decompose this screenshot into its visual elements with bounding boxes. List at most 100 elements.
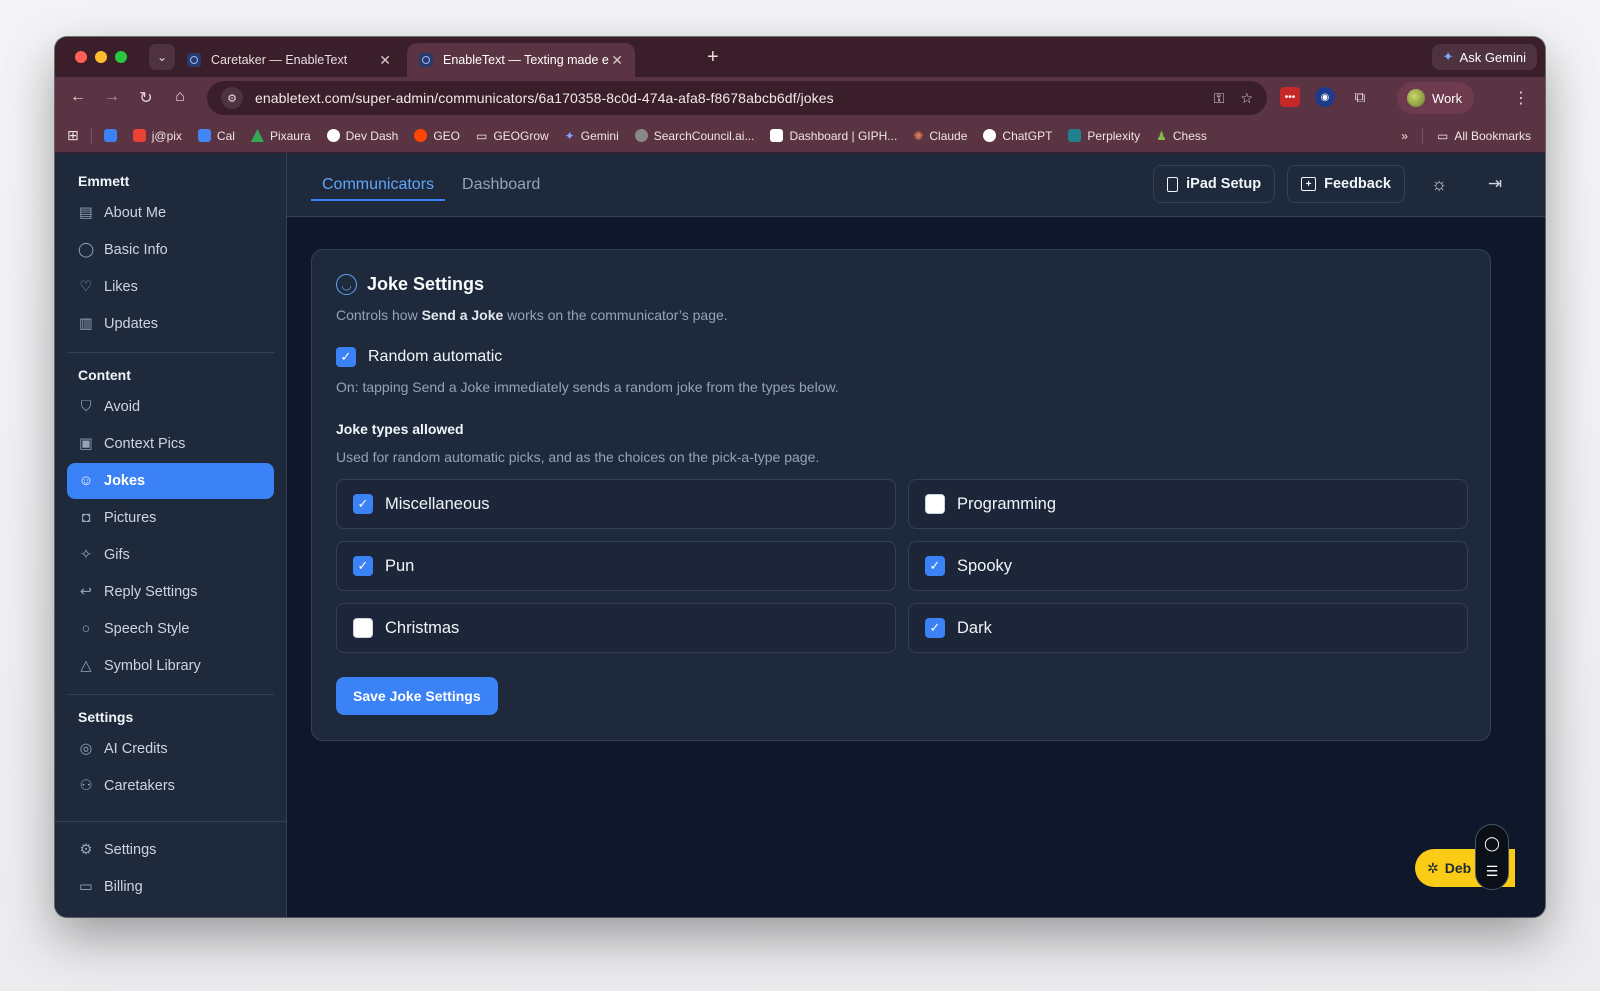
sidebar-item-basic-info[interactable]: ◯ Basic Info (67, 232, 274, 268)
browser-tab-enabletext[interactable]: EnableText — Texting made e ✕ (407, 43, 635, 77)
sidebar-item-about-me[interactable]: ▤ About Me (67, 195, 274, 231)
bookmark-gemini[interactable]: ✦ Gemini (565, 129, 619, 143)
sidebar-item-likes[interactable]: ♡ Likes (67, 269, 274, 305)
joke-type-spooky[interactable]: ✓ Spooky (908, 541, 1468, 591)
browser-menu-icon[interactable]: ⋮ (1513, 88, 1529, 108)
sidebar-item-label: Billing (104, 879, 143, 895)
back-arrow-icon[interactable]: ← (61, 88, 95, 108)
sidebar-item-billing[interactable]: ▭ Billing (67, 869, 274, 905)
sidebar-item-context-pics[interactable]: ▣ Context Pics (67, 426, 274, 462)
bookmark-claude[interactable]: ✺ Claude (913, 129, 967, 143)
sidebar-item-speech-style[interactable]: ○ Speech Style (67, 611, 274, 647)
tab-dashboard[interactable]: Dashboard (451, 153, 551, 217)
sidebar-item-reply-settings[interactable]: ↩ Reply Settings (67, 574, 274, 610)
ask-gemini-button[interactable]: ✦ Ask Gemini (1431, 44, 1537, 70)
joke-type-pun[interactable]: ✓ Pun (336, 541, 896, 591)
bookmark-label: GEO (433, 128, 460, 143)
bookmark-chatgpt[interactable]: ChatGPT (983, 129, 1052, 143)
ipad-setup-button[interactable]: iPad Setup (1153, 165, 1276, 203)
sidebar-item-label: Avoid (104, 399, 141, 415)
more-bookmarks-chevron-icon[interactable]: » (1401, 129, 1408, 143)
card-title: Joke Settings (367, 274, 485, 294)
close-window-button[interactable] (75, 51, 87, 63)
extensions-puzzle-icon[interactable]: ⧉ (1350, 87, 1370, 107)
address-bar[interactable]: ⚙ enabletext.com/super-admin/communicato… (207, 81, 1267, 115)
joke-type-miscellaneous[interactable]: ✓ Miscellaneous (336, 479, 896, 529)
random-automatic-checkbox[interactable]: ✓ (336, 347, 356, 367)
new-tab-button[interactable]: + (707, 46, 719, 69)
bookmark-pixaura[interactable]: Pixaura (250, 129, 311, 143)
extension-blue-icon[interactable]: ◉ (1315, 87, 1335, 107)
tab-communicators[interactable]: Communicators (311, 153, 446, 217)
profile-button[interactable]: Work (1397, 82, 1475, 114)
url-text[interactable]: enabletext.com/super-admin/communicators… (255, 90, 834, 106)
sidebar-item-label: Settings (104, 842, 157, 858)
ipad-setup-label: iPad Setup (1186, 176, 1262, 192)
bookmark-giphy[interactable]: Dashboard | GIPH... (770, 129, 897, 143)
bookmark-jpix[interactable]: j@pix (132, 129, 182, 143)
bookmark-perplexity[interactable]: Perplexity (1068, 129, 1140, 143)
sidebar-item-settings[interactable]: ⚙ Settings (67, 832, 274, 868)
random-automatic-toggle[interactable]: ✓ Random automatic (336, 347, 1466, 367)
feedback-label: Feedback (1324, 176, 1391, 192)
apps-grid-icon[interactable]: ⊞ (67, 127, 79, 144)
sidebar-item-avoid[interactable]: ⛉ Avoid (67, 389, 274, 425)
maximize-window-button[interactable] (115, 51, 127, 63)
home-icon[interactable]: ⌂ (163, 88, 197, 108)
bookmark-label: SearchCouncil.ai... (653, 128, 755, 143)
bookmarks-bar: ⊞ j@pix Cal Pixaura Dev Dash GEO ▭ GEOGro… (55, 119, 1545, 153)
check-icon: ✓ (357, 558, 369, 573)
bookmark-docs[interactable] (103, 129, 117, 142)
joke-type-dark[interactable]: ✓ Dark (908, 603, 1468, 653)
reply-icon: ↩ (79, 584, 93, 600)
sidebar-item-ai-credits[interactable]: ◎ AI Credits (67, 731, 274, 767)
gear-icon: ⚙ (79, 842, 93, 858)
user-icon: ◯ (77, 242, 95, 258)
bookmark-chess[interactable]: ♟ Chess (1156, 129, 1207, 143)
reload-icon[interactable]: ↻ (129, 88, 163, 108)
bookmark-cal[interactable]: Cal (197, 129, 235, 143)
close-tab-icon[interactable]: ✕ (379, 52, 391, 69)
checkbox[interactable] (925, 494, 945, 514)
all-bookmarks-button[interactable]: ▭ All Bookmarks (1437, 129, 1531, 143)
sidebar-item-caretakers[interactable]: ⚇ Caretakers (67, 768, 274, 803)
joke-type-christmas[interactable]: Christmas (336, 603, 896, 653)
bookmark-searchcouncil[interactable]: SearchCouncil.ai... (634, 128, 755, 143)
joke-settings-card: ◡ Joke Settings Controls how Send a Joke… (311, 249, 1491, 741)
sidebar-item-gifs[interactable]: ✧ Gifs (67, 537, 274, 573)
feedback-button[interactable]: + Feedback (1287, 165, 1405, 203)
minimize-window-button[interactable] (95, 51, 107, 63)
bookmark-geogrow[interactable]: ▭ GEOGrow (476, 129, 549, 143)
tab-search-button[interactable]: ⌄ (149, 44, 175, 70)
site-settings-icon[interactable]: ⚙ (221, 87, 243, 109)
joke-type-programming[interactable]: Programming (908, 479, 1468, 529)
menu-icon[interactable]: ☰ (1486, 863, 1499, 880)
browser-toolbar: ← → ↻ ⌂ ⚙ enabletext.com/super-admin/com… (55, 77, 1545, 119)
key-icon[interactable]: ⚿ (1214, 90, 1225, 107)
sidebar-item-updates[interactable]: ▥ Updates (67, 306, 274, 342)
checkbox[interactable]: ✓ (353, 556, 373, 576)
sidebar-item-pictures[interactable]: ◘ Pictures (67, 500, 274, 536)
sidebar-scroll-area[interactable]: Emmett ▤ About Me ◯ Basic Info ♡ Likes ▥ Upd… (55, 153, 286, 803)
extension-red-icon[interactable]: ••• (1280, 87, 1300, 107)
theme-toggle-button[interactable]: ☼ (1417, 165, 1461, 203)
logout-button[interactable]: ⇥ (1473, 165, 1517, 203)
forward-arrow-icon[interactable]: → (95, 88, 129, 108)
joke-type-label: Miscellaneous (385, 494, 490, 513)
settings-section-heading: Settings (78, 709, 134, 725)
browser-tab-caretaker[interactable]: Caretaker — EnableText ✕ (175, 43, 403, 77)
checkbox[interactable]: ✓ (925, 556, 945, 576)
card-header: ◡ Joke Settings (336, 274, 1466, 295)
bookmark-geo[interactable]: GEO (414, 129, 460, 143)
checkbox[interactable]: ✓ (925, 618, 945, 638)
save-joke-settings-button[interactable]: Save Joke Settings (336, 677, 498, 715)
bookmark-dev-dash[interactable]: Dev Dash (326, 129, 398, 143)
heart-icon: ♡ (79, 279, 93, 295)
sidebar-item-jokes[interactable]: ☺ Jokes (67, 463, 274, 499)
close-tab-icon[interactable]: ✕ (611, 52, 623, 69)
checkbox[interactable] (353, 618, 373, 638)
checkbox[interactable]: ✓ (353, 494, 373, 514)
star-icon[interactable]: ☆ (1240, 90, 1253, 107)
sidebar-item-symbol-library[interactable]: △ Symbol Library (67, 648, 274, 684)
chat-bubble-icon[interactable]: ◯ (1484, 835, 1500, 852)
